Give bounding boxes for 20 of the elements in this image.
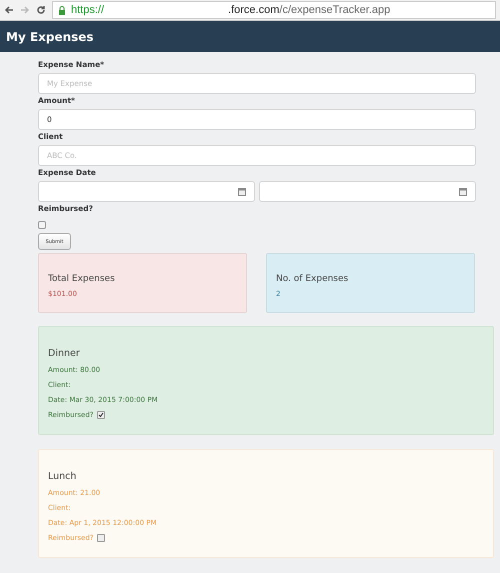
checkbox[interactable]	[96, 534, 104, 542]
url-path: /c/expenseTracker.app	[279, 4, 390, 16]
expense-name: Dinner	[48, 348, 80, 359]
url-host: .force.com	[228, 4, 280, 16]
page-title: My Expenses	[6, 30, 94, 44]
checkbox[interactable]	[96, 411, 104, 419]
calendar-icon	[459, 187, 467, 196]
back-icon[interactable]	[4, 5, 14, 15]
date-field[interactable]	[259, 181, 476, 202]
forward-icon[interactable]	[20, 5, 30, 15]
expense-name: Lunch	[48, 471, 76, 482]
stat-title: Total Expenses	[48, 274, 115, 284]
reload-icon[interactable]	[36, 5, 46, 15]
stat-title: No. of Expenses	[276, 274, 348, 284]
calendar-icon	[238, 187, 246, 196]
lock-icon	[57, 5, 67, 15]
checkbox[interactable]	[38, 221, 46, 229]
date-field[interactable]	[38, 181, 255, 202]
address-bar[interactable]: https:// .force.com/c/expenseTracker.app	[52, 1, 496, 19]
url-scheme: https://	[71, 4, 104, 16]
